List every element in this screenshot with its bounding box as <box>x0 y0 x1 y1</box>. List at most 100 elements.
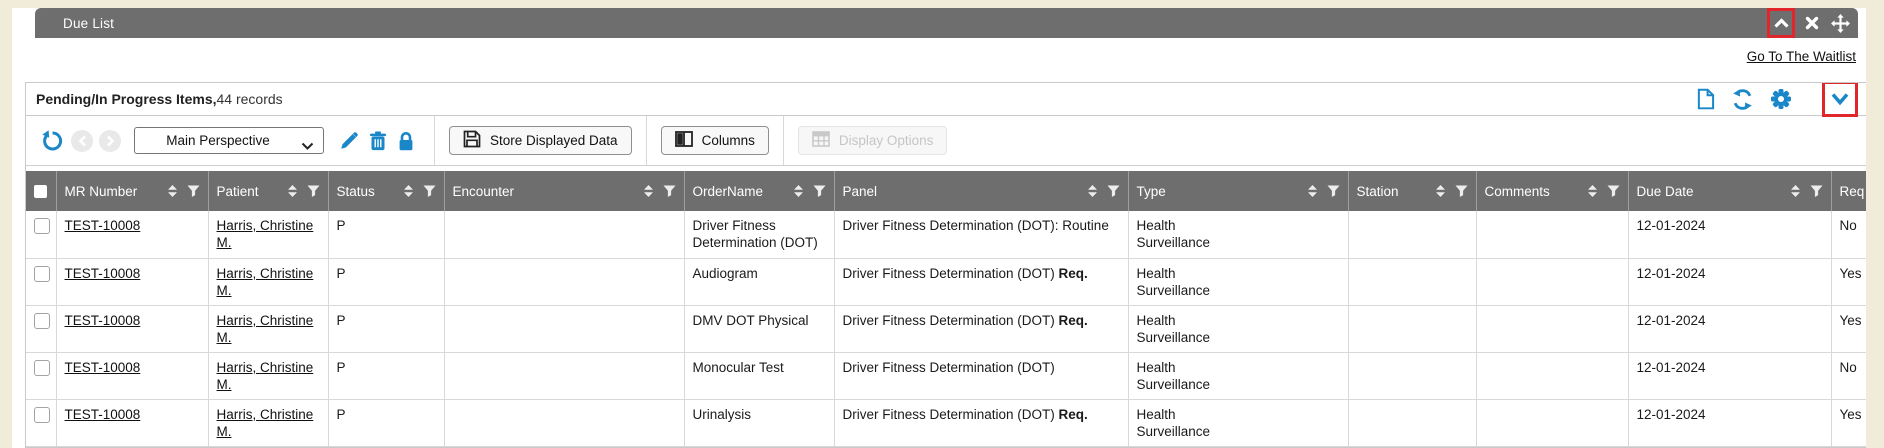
refresh-icon[interactable] <box>1732 89 1753 110</box>
column-sort-filter <box>1301 185 1340 197</box>
column-label: MR Number <box>65 184 138 199</box>
column-sort-filter <box>1429 185 1468 197</box>
columns-button[interactable]: Columns <box>661 126 769 155</box>
sort-icon[interactable] <box>1790 185 1801 197</box>
column-header-req[interactable]: Req <box>1831 171 1866 211</box>
column-label: OrderName <box>693 184 764 199</box>
row-checkbox[interactable] <box>34 407 50 423</box>
due-list-window: Due List Go To The Waitlist Pending/In P… <box>0 0 1884 448</box>
mr-link[interactable]: TEST-10008 <box>65 266 141 281</box>
cell-patient: Harris, Christine M. <box>208 399 328 446</box>
mr-link[interactable]: TEST-10008 <box>65 407 141 422</box>
undo-reset-icon[interactable] <box>41 130 63 152</box>
column-header-comments[interactable]: Comments <box>1476 171 1628 211</box>
column-header-encounter[interactable]: Encounter <box>444 171 684 211</box>
next-perspective-button[interactable] <box>99 130 121 152</box>
filter-icon[interactable] <box>1607 185 1620 197</box>
cell-type: Health Surveillance <box>1128 399 1348 446</box>
filter-icon[interactable] <box>1107 185 1120 197</box>
sort-icon[interactable] <box>167 185 178 197</box>
mr-link[interactable]: TEST-10008 <box>65 360 141 375</box>
panel-required-flag: Req. <box>1059 407 1088 422</box>
column-header-order[interactable]: OrderName <box>684 171 834 211</box>
cell-order: Audiogram <box>684 258 834 305</box>
column-header-patient[interactable]: Patient <box>208 171 328 211</box>
filter-icon[interactable] <box>187 185 200 197</box>
previous-perspective-button[interactable] <box>71 130 93 152</box>
filter-icon[interactable] <box>1327 185 1340 197</box>
select-all-header[interactable] <box>26 171 56 211</box>
move-icon[interactable] <box>1829 12 1851 34</box>
window-title: Due List <box>35 16 114 31</box>
column-sort-filter <box>637 185 676 197</box>
filter-icon[interactable] <box>307 185 320 197</box>
cell-order: Monocular Test <box>684 352 834 399</box>
pending-items-panel: Pending/In Progress Items, 44 records <box>25 82 1866 448</box>
go-to-waitlist-link[interactable]: Go To The Waitlist <box>1747 49 1856 64</box>
column-header-due[interactable]: Due Date <box>1628 171 1831 211</box>
collapse-chevron-up-icon[interactable] <box>1770 12 1792 34</box>
row-checkbox[interactable] <box>34 313 50 329</box>
cell-encounter <box>444 352 684 399</box>
column-header-mr[interactable]: MR Number <box>56 171 208 211</box>
expand-chevron-down-icon[interactable] <box>1830 92 1850 106</box>
table-row: TEST-10008Harris, Christine M.PDMV DOT P… <box>26 305 1866 352</box>
table-row: TEST-10008Harris, Christine M.PAudiogram… <box>26 258 1866 305</box>
patient-link[interactable]: Harris, Christine M. <box>217 360 314 392</box>
cell-status: P <box>328 211 444 258</box>
cell-panel: Driver Fitness Determination (DOT) Req. <box>834 258 1128 305</box>
cell-encounter <box>444 399 684 446</box>
column-label: Comments <box>1485 184 1550 199</box>
settings-gear-icon[interactable] <box>1770 88 1792 110</box>
close-icon[interactable] <box>1801 12 1823 34</box>
sort-icon[interactable] <box>643 185 654 197</box>
cell-comments <box>1476 258 1628 305</box>
column-header-status[interactable]: Status <box>328 171 444 211</box>
sort-icon[interactable] <box>287 185 298 197</box>
filter-icon[interactable] <box>813 185 826 197</box>
patient-link[interactable]: Harris, Christine M. <box>217 407 314 439</box>
filter-icon[interactable] <box>1455 185 1468 197</box>
cell-encounter <box>444 211 684 258</box>
sort-icon[interactable] <box>1435 185 1446 197</box>
column-header-type[interactable]: Type <box>1128 171 1348 211</box>
perspective-select[interactable]: Main Perspective <box>134 127 324 154</box>
columns-label: Columns <box>702 133 755 148</box>
delete-trash-icon[interactable] <box>369 131 387 151</box>
cell-req: Yes <box>1831 305 1866 352</box>
patient-link[interactable]: Harris, Christine M. <box>217 313 314 345</box>
edit-pencil-icon[interactable] <box>339 131 359 151</box>
toolbar-separator <box>434 116 435 165</box>
patient-link[interactable]: Harris, Christine M. <box>217 218 314 250</box>
display-options-label: Display Options <box>839 133 934 148</box>
row-checkbox[interactable] <box>34 266 50 282</box>
filter-icon[interactable] <box>663 185 676 197</box>
sort-icon[interactable] <box>1307 185 1318 197</box>
column-header-panel[interactable]: Panel <box>834 171 1128 211</box>
new-document-icon[interactable] <box>1696 88 1715 110</box>
sort-icon[interactable] <box>793 185 804 197</box>
mr-link[interactable]: TEST-10008 <box>65 313 141 328</box>
record-count: 44 records <box>217 91 283 107</box>
filter-icon[interactable] <box>1810 185 1823 197</box>
patient-link[interactable]: Harris, Christine M. <box>217 266 314 298</box>
toolbar-separator <box>783 116 784 165</box>
display-options-grid-icon <box>812 131 830 150</box>
row-checkbox[interactable] <box>34 360 50 376</box>
row-checkbox[interactable] <box>34 218 50 234</box>
cell-encounter <box>444 305 684 352</box>
sort-icon[interactable] <box>1587 185 1598 197</box>
filter-icon[interactable] <box>423 185 436 197</box>
select-all-checkbox[interactable] <box>34 185 47 198</box>
cell-patient: Harris, Christine M. <box>208 211 328 258</box>
sort-icon[interactable] <box>1087 185 1098 197</box>
mr-link[interactable]: TEST-10008 <box>65 218 141 233</box>
sort-icon[interactable] <box>403 185 414 197</box>
cell-order: DMV DOT Physical <box>684 305 834 352</box>
store-displayed-data-label: Store Displayed Data <box>490 133 618 148</box>
column-header-station[interactable]: Station <box>1348 171 1476 211</box>
store-displayed-data-button[interactable]: Store Displayed Data <box>449 126 632 155</box>
cell-panel: Driver Fitness Determination (DOT) <box>834 352 1128 399</box>
lock-icon[interactable] <box>397 131 415 151</box>
cell-comments <box>1476 399 1628 446</box>
